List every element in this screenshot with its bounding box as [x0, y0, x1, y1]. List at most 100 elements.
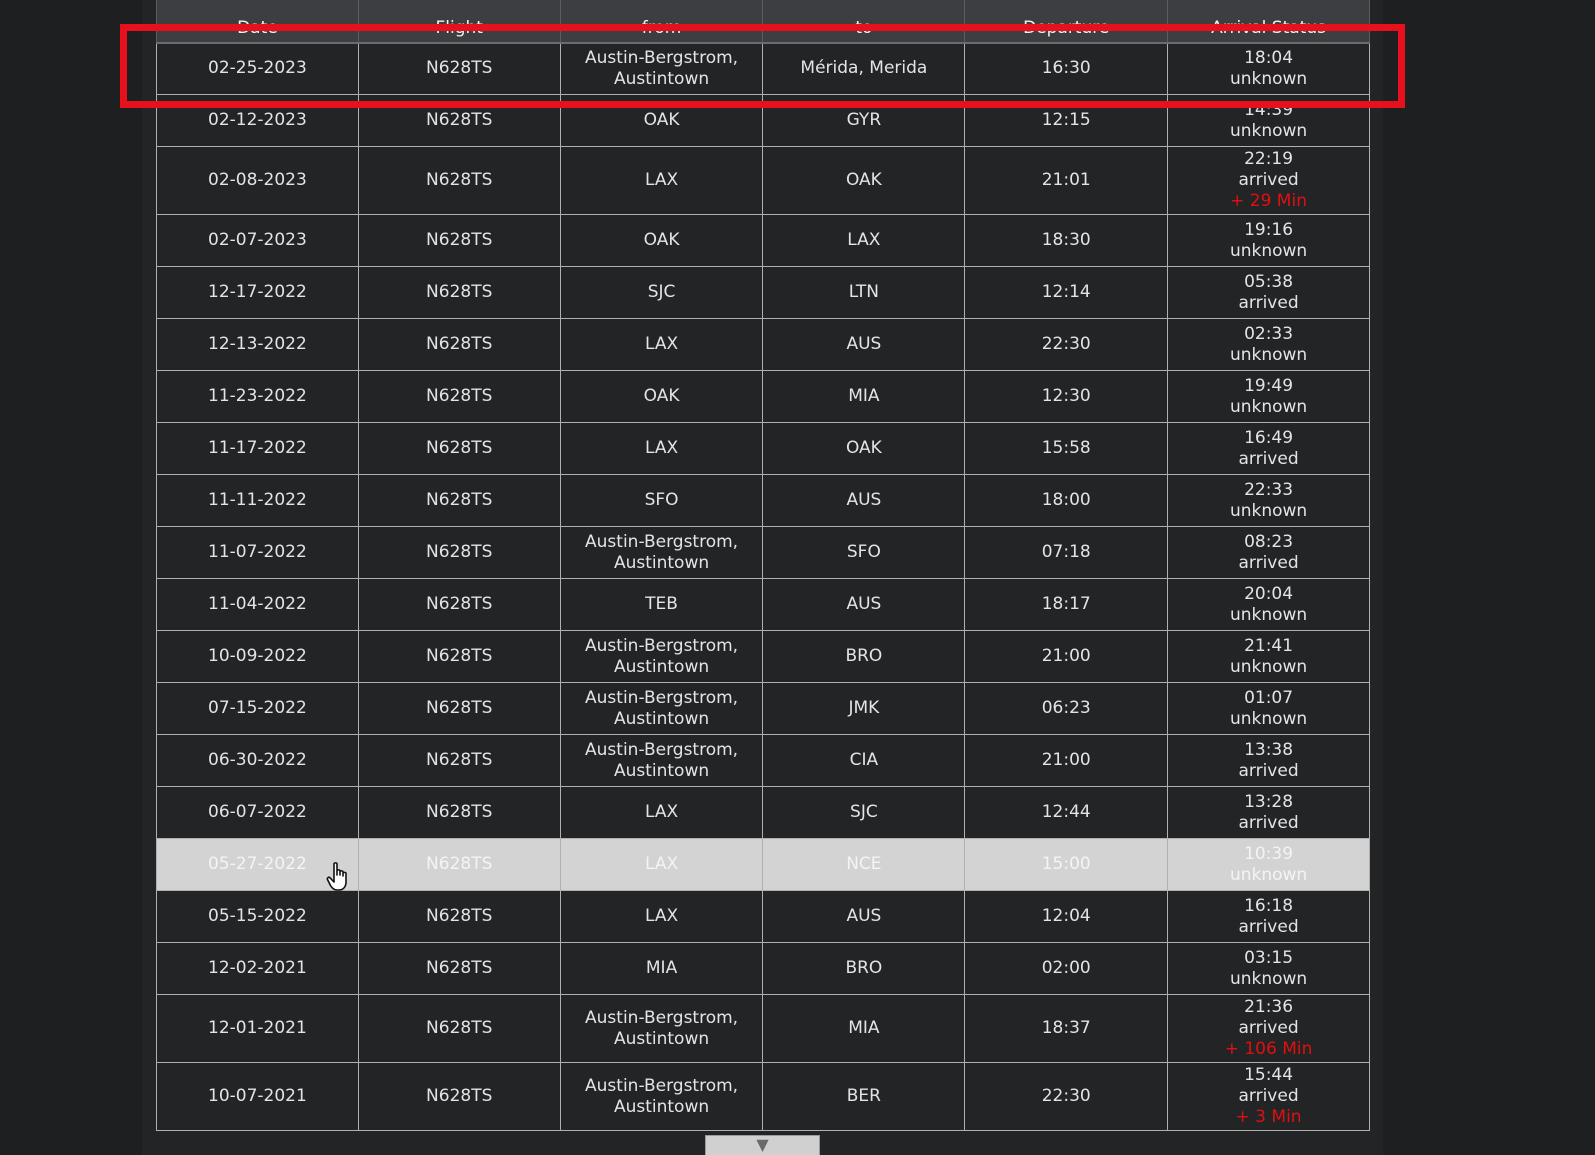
cell-to: CIA — [762, 734, 966, 787]
cell-departure: 21:01 — [964, 146, 1169, 215]
cell-date: 02-25-2023 — [156, 42, 359, 95]
cell-departure: 21:00 — [964, 630, 1169, 683]
delay-badge: + 106 Min — [1224, 1039, 1313, 1059]
cell-to: JMK — [762, 682, 966, 735]
cell-to: LAX — [762, 214, 966, 267]
table-row[interactable]: 07-15-2022 N628TS Austin-Bergstrom, Austin… — [156, 682, 1370, 735]
table-row[interactable]: 02-07-2023 N628TS OAK LAX 18:30 19:16 unknown — [156, 214, 1370, 267]
table-row[interactable]: 06-07-2022 N628TS LAX SJC 12:44 13:28 arrived — [156, 786, 1370, 839]
cell-to: OAK — [762, 146, 966, 215]
table-row[interactable]: 11-11-2022 N628TS SFO AUS 18:00 22:33 unknown — [156, 474, 1370, 527]
cell-from: Austin-Bergstrom, Austintown — [559, 682, 764, 735]
cell-from: LAX — [559, 422, 764, 475]
cell-departure: 12:04 — [964, 890, 1169, 943]
cell-flight: N628TS — [357, 370, 561, 423]
cell-arrival-status: 02:33 unknown — [1167, 318, 1370, 371]
cell-from: Austin-Bergstrom, Austintown — [559, 1062, 764, 1131]
cell-from: LAX — [559, 146, 764, 215]
cell-flight: N628TS — [357, 578, 561, 631]
arrival-status-text: unknown — [1229, 68, 1308, 89]
cell-arrival-status: 21:41 unknown — [1167, 630, 1370, 683]
cell-flight: N628TS — [357, 318, 561, 371]
cell-arrival-status: 22:19 arrived + 29 Min — [1167, 146, 1370, 215]
cell-from: LAX — [559, 318, 764, 371]
column-header-to[interactable]: to — [762, 0, 966, 44]
column-header-flight[interactable]: Flight — [357, 0, 561, 44]
cell-date: 11-11-2022 — [156, 474, 359, 527]
cell-to: OAK — [762, 422, 966, 475]
table-row[interactable]: 06-30-2022 N628TS Austin-Bergstrom, Austin… — [156, 734, 1370, 787]
table-row[interactable]: 02-25-2023 N628TS Austin-Bergstrom, Austin… — [156, 42, 1370, 95]
arrival-status-text: arrived — [1238, 812, 1299, 833]
cell-from: OAK — [559, 94, 764, 147]
table-row[interactable]: 12-01-2021 N628TS Austin-Bergstrom, Austin… — [156, 994, 1370, 1063]
table-row[interactable]: 11-23-2022 N628TS OAK MIA 12:30 19:49 unknown — [156, 370, 1370, 423]
cell-from: SFO — [559, 474, 764, 527]
cell-to: MIA — [762, 370, 966, 423]
column-header-from[interactable]: from — [559, 0, 764, 44]
cell-arrival-status: 10:39 unknown — [1167, 838, 1370, 891]
arrival-time: 22:19 — [1244, 149, 1294, 169]
table-row[interactable]: 10-07-2021 N628TS Austin-Bergstrom, Austin… — [156, 1062, 1370, 1131]
arrival-time: 10:39 — [1244, 843, 1294, 864]
arrival-status-text: unknown — [1229, 968, 1308, 989]
cell-from: SJC — [559, 266, 764, 319]
cell-to: BRO — [762, 630, 966, 683]
column-header-arrival-status[interactable]: Arrival Status — [1167, 0, 1370, 44]
cell-date: 11-23-2022 — [156, 370, 359, 423]
table-row[interactable]: 02-08-2023 N628TS LAX OAK 21:01 22:19 arrived +… — [156, 146, 1370, 215]
table-row[interactable]: 12-17-2022 N628TS SJC LTN 12:14 05:38 arrived — [156, 266, 1370, 319]
table-row[interactable]: 11-04-2022 N628TS TEB AUS 18:17 20:04 unknown — [156, 578, 1370, 631]
cell-arrival-status: 20:04 unknown — [1167, 578, 1370, 631]
cell-flight: N628TS — [357, 526, 561, 579]
cell-arrival-status: 19:49 unknown — [1167, 370, 1370, 423]
cell-departure: 22:30 — [964, 318, 1169, 371]
cell-departure: 06:23 — [964, 682, 1169, 735]
arrival-time: 16:18 — [1244, 895, 1294, 916]
table-row[interactable]: 02-12-2023 N628TS OAK GYR 12:15 14:39 unknown — [156, 94, 1370, 147]
arrival-time: 05:38 — [1244, 271, 1294, 292]
cell-from: Austin-Bergstrom, Austintown — [559, 42, 764, 95]
cell-to: MIA — [762, 994, 966, 1063]
arrival-time: 22:33 — [1244, 479, 1294, 500]
arrival-status-text: unknown — [1229, 500, 1308, 521]
table-row[interactable]: 12-13-2022 N628TS LAX AUS 22:30 02:33 unknown — [156, 318, 1370, 371]
arrival-time: 20:04 — [1244, 583, 1294, 604]
cell-flight: N628TS — [357, 890, 561, 943]
cell-from: Austin-Bergstrom, Austintown — [559, 630, 764, 683]
page: Date Flight from to Departure Arrival St… — [0, 0, 1595, 1155]
cell-departure: 12:44 — [964, 786, 1169, 839]
table-row[interactable]: 11-07-2022 N628TS Austin-Bergstrom, Austin… — [156, 526, 1370, 579]
cell-from: Austin-Bergstrom, Austintown — [559, 994, 764, 1063]
table-row[interactable]: 11-17-2022 N628TS LAX OAK 15:58 16:49 arrived — [156, 422, 1370, 475]
cell-flight: N628TS — [357, 1062, 561, 1131]
scroll-down-button[interactable]: ▼ — [705, 1135, 820, 1155]
arrival-status-text: arrived — [1238, 170, 1299, 190]
cell-departure: 07:18 — [964, 526, 1169, 579]
cell-flight: N628TS — [357, 630, 561, 683]
cell-flight: N628TS — [357, 94, 561, 147]
table-row[interactable]: 05-15-2022 N628TS LAX AUS 12:04 16:18 arrived — [156, 890, 1370, 943]
arrival-status-text: arrived — [1238, 916, 1299, 937]
cell-to: BRO — [762, 942, 966, 995]
arrival-status-text: arrived — [1238, 760, 1299, 781]
cell-arrival-status: 13:38 arrived — [1167, 734, 1370, 787]
column-header-departure[interactable]: Departure — [964, 0, 1169, 44]
arrival-time: 13:28 — [1244, 791, 1294, 812]
column-header-date[interactable]: Date — [156, 0, 359, 44]
cell-from: LAX — [559, 838, 764, 891]
cell-from: OAK — [559, 214, 764, 267]
cell-date: 11-04-2022 — [156, 578, 359, 631]
cell-departure: 12:30 — [964, 370, 1169, 423]
cell-date: 11-17-2022 — [156, 422, 359, 475]
cell-arrival-status: 18:04 unknown — [1167, 42, 1370, 95]
arrival-time: 19:49 — [1244, 375, 1294, 396]
table-row[interactable]: 10-09-2022 N628TS Austin-Bergstrom, Austin… — [156, 630, 1370, 683]
cell-flight: N628TS — [357, 734, 561, 787]
arrival-status-text: arrived — [1238, 552, 1299, 573]
table-row[interactable]: 12-02-2021 N628TS MIA BRO 02:00 03:15 unknown — [156, 942, 1370, 995]
cell-departure: 12:15 — [964, 94, 1169, 147]
delay-badge: + 3 Min — [1235, 1107, 1302, 1127]
flight-history-table: Date Flight from to Departure Arrival St… — [156, 0, 1370, 1131]
arrival-time: 18:04 — [1244, 47, 1294, 68]
